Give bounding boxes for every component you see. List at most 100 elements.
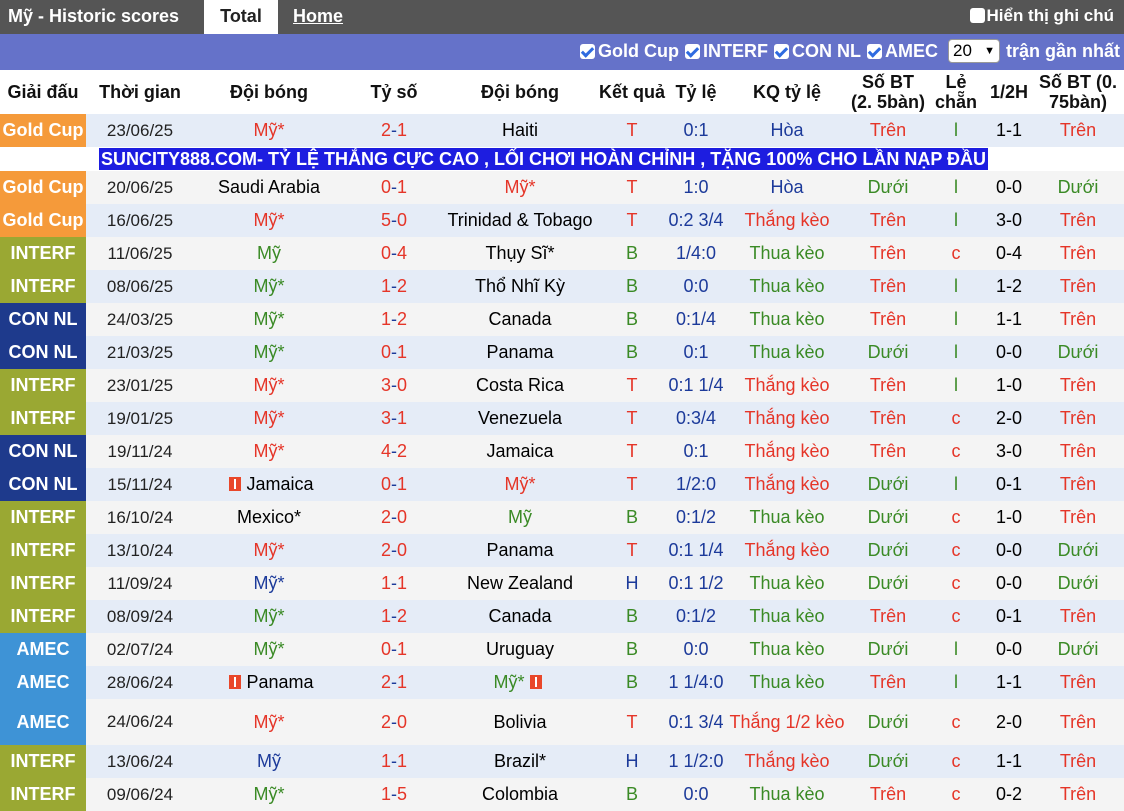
score-cell[interactable]: 1-2 <box>344 303 444 336</box>
home-team-cell[interactable]: Mỹ* <box>194 369 344 402</box>
col-time[interactable]: Thời gian <box>86 70 194 114</box>
league-cell[interactable]: Gold Cup <box>0 171 86 204</box>
league-cell[interactable]: AMEC <box>0 633 86 666</box>
home-team-cell[interactable]: Mỹ* <box>194 114 344 147</box>
league-cell[interactable]: INTERF <box>0 600 86 633</box>
table-row[interactable]: INTERF 13/06/24 Mỹ 1-1 Brazil* H 1 1/2:0 Thắng … <box>0 745 1124 778</box>
table-row[interactable]: AMEC 24/06/24 Mỹ* 2-0 Bolivia T 0:1 3/4 Thắng 1… <box>0 699 1124 745</box>
league-cell[interactable]: INTERF <box>0 745 86 778</box>
away-team-cell[interactable]: Bolivia <box>444 699 596 745</box>
table-row[interactable]: INTERF 08/06/25 Mỹ* 1-2 Thổ Nhĩ Kỳ B 0:0 Thua k… <box>0 270 1124 303</box>
score-cell[interactable]: 2-0 <box>344 534 444 567</box>
league-cell[interactable]: AMEC <box>0 666 86 699</box>
home-team-cell[interactable]: Mỹ* <box>194 633 344 666</box>
table-row[interactable]: INTERF 16/10/24 Mexico* 2-0 Mỹ B 0:1/2 Thua kèo… <box>0 501 1124 534</box>
table-row[interactable]: Gold Cup 16/06/25 Mỹ* 5-0 Trinidad & Tobago T… <box>0 204 1124 237</box>
home-team-cell[interactable]: Mỹ* <box>194 778 344 811</box>
score-cell[interactable]: 1-1 <box>344 745 444 778</box>
table-row[interactable]: AMEC 02/07/24 Mỹ* 0-1 Uruguay B 0:0 Thua kèo Dướ… <box>0 633 1124 666</box>
home-team-cell[interactable]: Mỹ* <box>194 534 344 567</box>
league-cell[interactable]: INTERF <box>0 534 86 567</box>
away-team-cell[interactable]: Venezuela <box>444 402 596 435</box>
tab-home[interactable]: Home <box>293 0 343 34</box>
league-cell[interactable]: INTERF <box>0 237 86 270</box>
table-row[interactable]: CON NL 21/03/25 Mỹ* 0-1 Panama B 0:1 Thua kèo Dư… <box>0 336 1124 369</box>
col-score[interactable]: Tỷ số <box>344 70 444 114</box>
col-odd-even[interactable]: Lẻ chẵn <box>926 70 986 114</box>
home-team-cell[interactable]: Mỹ* <box>194 699 344 745</box>
league-cell[interactable]: INTERF <box>0 270 86 303</box>
away-team-cell[interactable]: Canada <box>444 303 596 336</box>
away-team-cell[interactable]: New Zealand <box>444 567 596 600</box>
show-notes-toggle[interactable]: Hiển thị ghi chú <box>969 6 1114 26</box>
away-team-cell[interactable]: Costa Rica <box>444 369 596 402</box>
home-team-cell[interactable]: Mỹ* <box>194 567 344 600</box>
league-cell[interactable]: Gold Cup <box>0 204 86 237</box>
away-team-cell[interactable]: Colombia <box>444 778 596 811</box>
home-team-cell[interactable]: Mexico* <box>194 501 344 534</box>
score-cell[interactable]: 0-1 <box>344 336 444 369</box>
table-row[interactable]: CON NL 15/11/24 Jamaica 0-1 Mỹ* T 1/2:0 Thắng k… <box>0 468 1124 501</box>
score-cell[interactable]: 5-0 <box>344 204 444 237</box>
table-row[interactable]: INTERF 08/09/24 Mỹ* 1-2 Canada B 0:1/2 Thua kèo… <box>0 600 1124 633</box>
table-row[interactable]: CON NL 19/11/24 Mỹ* 4-2 Jamaica T 0:1 Thắng kèo… <box>0 435 1124 468</box>
away-team-cell[interactable]: Panama <box>444 534 596 567</box>
table-row[interactable]: AMEC 28/06/24 Panama 2-1 Mỹ* B 1 1/4:0 Thua kèo… <box>0 666 1124 699</box>
score-cell[interactable]: 3-1 <box>344 402 444 435</box>
score-cell[interactable]: 2-0 <box>344 501 444 534</box>
score-cell[interactable]: 3-0 <box>344 369 444 402</box>
table-row[interactable]: Gold Cup 20/06/25 Saudi Arabia 0-1 Mỹ* T 1:0 Hò… <box>0 171 1124 204</box>
away-team-cell[interactable]: Trinidad & Tobago <box>444 204 596 237</box>
checkbox-checked-icon[interactable] <box>773 43 789 59</box>
filter-goldcup[interactable]: Gold Cup <box>580 41 679 62</box>
league-cell[interactable]: INTERF <box>0 369 86 402</box>
league-cell[interactable]: AMEC <box>0 699 86 745</box>
col-odds-result[interactable]: KQ tỷ lệ <box>724 70 850 114</box>
score-cell[interactable]: 0-1 <box>344 633 444 666</box>
col-odds[interactable]: Tỷ lệ <box>668 70 724 114</box>
col-half[interactable]: 1/2H <box>986 70 1032 114</box>
away-team-cell[interactable]: Mỹ <box>444 501 596 534</box>
table-row[interactable]: INTERF 11/09/24 Mỹ* 1-1 New Zealand H 0:1 1/2 T… <box>0 567 1124 600</box>
score-cell[interactable]: 0-1 <box>344 468 444 501</box>
table-row[interactable]: INTERF 11/06/25 Mỹ 0-4 Thụy Sĩ* B 1/4:0 Thua kè… <box>0 237 1124 270</box>
home-team-cell[interactable]: Saudi Arabia <box>194 171 344 204</box>
away-team-cell[interactable]: Thổ Nhĩ Kỳ <box>444 270 596 303</box>
away-team-cell[interactable]: Haiti <box>444 114 596 147</box>
league-cell[interactable]: INTERF <box>0 567 86 600</box>
score-cell[interactable]: 2-0 <box>344 699 444 745</box>
score-cell[interactable]: 2-1 <box>344 666 444 699</box>
away-team-cell[interactable]: Uruguay <box>444 633 596 666</box>
home-team-cell[interactable]: Jamaica <box>194 468 344 501</box>
league-cell[interactable]: CON NL <box>0 468 86 501</box>
filter-interf[interactable]: INTERF <box>684 41 768 62</box>
score-cell[interactable]: 1-2 <box>344 270 444 303</box>
league-cell[interactable]: INTERF <box>0 501 86 534</box>
table-row[interactable]: INTERF 19/01/25 Mỹ* 3-1 Venezuela T 0:3/4 Thắng… <box>0 402 1124 435</box>
checkbox-checked-icon[interactable] <box>866 43 882 59</box>
checkbox-checked-icon[interactable] <box>684 43 700 59</box>
col-home-team[interactable]: Đội bóng <box>194 70 344 114</box>
table-row[interactable]: CON NL 24/03/25 Mỹ* 1-2 Canada B 0:1/4 Thua kèo… <box>0 303 1124 336</box>
score-cell[interactable]: 1-1 <box>344 567 444 600</box>
score-cell[interactable]: 4-2 <box>344 435 444 468</box>
col-league[interactable]: Giải đấu <box>0 70 86 114</box>
league-cell[interactable]: Gold Cup <box>0 114 86 147</box>
home-team-cell[interactable]: Mỹ* <box>194 303 344 336</box>
table-row[interactable]: INTERF 23/01/25 Mỹ* 3-0 Costa Rica T 0:1 1/4 Th… <box>0 369 1124 402</box>
table-row[interactable]: INTERF 09/06/24 Mỹ* 1-5 Colombia B 0:0 Thua kèo… <box>0 778 1124 811</box>
home-team-cell[interactable]: Mỹ* <box>194 435 344 468</box>
filter-connl[interactable]: CON NL <box>773 41 861 62</box>
league-cell[interactable]: CON NL <box>0 336 86 369</box>
home-team-cell[interactable]: Mỹ* <box>194 270 344 303</box>
away-team-cell[interactable]: Jamaica <box>444 435 596 468</box>
score-cell[interactable]: 1-5 <box>344 778 444 811</box>
league-cell[interactable]: CON NL <box>0 435 86 468</box>
checkbox-icon[interactable] <box>969 8 985 23</box>
home-team-cell[interactable]: Mỹ* <box>194 600 344 633</box>
ad-banner-row[interactable]: SUNCITY888.COM- TỶ LỆ THẮNG CỰC CAO , LỐ… <box>0 147 1124 171</box>
home-team-cell[interactable]: Mỹ <box>194 745 344 778</box>
col-away-team[interactable]: Đội bóng <box>444 70 596 114</box>
score-cell[interactable]: 0-4 <box>344 237 444 270</box>
league-cell[interactable]: INTERF <box>0 778 86 811</box>
